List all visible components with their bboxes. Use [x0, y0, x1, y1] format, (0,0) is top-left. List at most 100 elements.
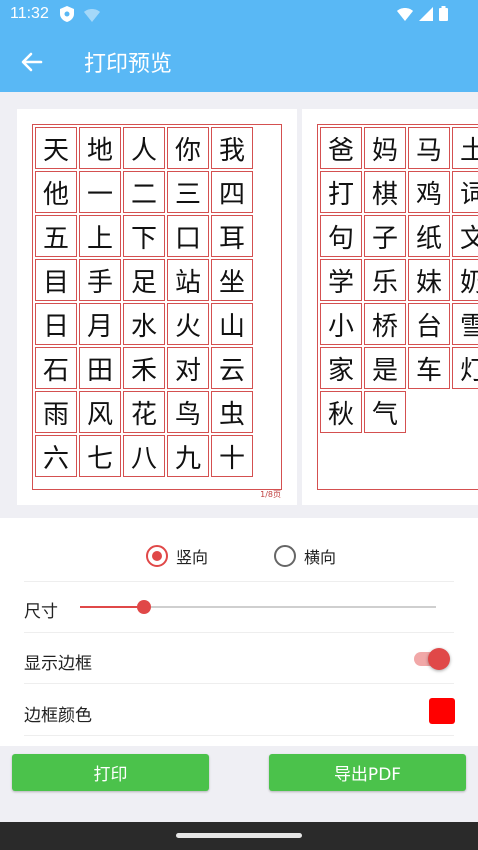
size-slider[interactable] [80, 600, 436, 614]
char-cell: 下 [123, 215, 165, 257]
radio-label: 横向 [304, 548, 337, 567]
status-left-icons [60, 6, 100, 26]
char-cell: 手 [79, 259, 121, 301]
char-cell: 三 [167, 171, 209, 213]
char-cell: 学 [320, 259, 362, 301]
wifi-off-icon [84, 7, 100, 26]
char-cell: 二 [123, 171, 165, 213]
char-cell: 灯 [452, 347, 478, 389]
char-cell: 雨 [35, 391, 77, 433]
char-cell: 日 [35, 303, 77, 345]
print-preview-area[interactable]: 天地人你我他一二三四五上下口耳目手足站坐日月水火山石田禾对云雨风花鸟虫六七八九十… [0, 92, 478, 518]
char-cell: 云 [211, 347, 253, 389]
shield-icon [60, 6, 74, 26]
settings-panel: 竖向 横向 尺寸 显示边框 边框颜色 [0, 518, 478, 746]
show-border-toggle[interactable] [412, 648, 452, 670]
arrow-left-icon [18, 52, 46, 80]
battery-icon [439, 6, 448, 25]
size-label: 尺寸 [24, 602, 58, 622]
home-gesture-handle[interactable] [176, 833, 302, 838]
char-cell: 山 [211, 303, 253, 345]
divider [24, 683, 454, 684]
signal-icon [419, 6, 433, 25]
char-cell: 水 [123, 303, 165, 345]
char-cell: 四 [211, 171, 253, 213]
char-cell: 上 [79, 215, 121, 257]
slider-fill [80, 606, 145, 608]
page-title: 打印预览 [84, 52, 173, 77]
page-frame: 天地人你我他一二三四五上下口耳目手足站坐日月水火山石田禾对云雨风花鸟虫六七八九十 [32, 124, 282, 490]
page-frame: 爸妈马土画打棋鸡词语句子纸文数学乐妹奶白小桥台雪草家是车灯走秋气 [317, 124, 478, 490]
char-cell: 他 [35, 171, 77, 213]
slider-thumb[interactable] [137, 600, 152, 614]
orientation-portrait-radio[interactable]: 竖向 [146, 544, 208, 568]
char-cell: 足 [123, 259, 165, 301]
char-cell: 文 [452, 215, 478, 257]
char-cell: 车 [408, 347, 450, 389]
char-cell: 五 [35, 215, 77, 257]
char-cell: 雪 [452, 303, 478, 345]
char-cell: 棋 [364, 171, 406, 213]
preview-page-2[interactable]: 爸妈马土画打棋鸡词语句子纸文数学乐妹奶白小桥台雪草家是车灯走秋气 [302, 109, 478, 505]
border-color-label: 边框颜色 [24, 706, 92, 726]
radio-label: 竖向 [176, 548, 209, 567]
char-cell: 八 [123, 435, 165, 477]
status-time: 11:32 [10, 5, 49, 22]
char-cell: 乐 [364, 259, 406, 301]
radio-checked-icon [146, 545, 168, 567]
char-cell: 虫 [211, 391, 253, 433]
char-cell: 句 [320, 215, 362, 257]
char-cell: 花 [123, 391, 165, 433]
char-cell: 打 [320, 171, 362, 213]
radio-unchecked-icon [274, 545, 296, 567]
status-right-icons [397, 6, 448, 25]
print-button[interactable]: 打印 [12, 754, 209, 791]
char-cell: 秋 [320, 391, 362, 433]
border-color-swatch[interactable] [429, 698, 455, 724]
char-cell: 奶 [452, 259, 478, 301]
char-cell: 鸡 [408, 171, 450, 213]
char-cell: 一 [79, 171, 121, 213]
char-cell: 马 [408, 127, 450, 169]
char-cell: 爸 [320, 127, 362, 169]
char-cell: 你 [167, 127, 209, 169]
page-number: 1/8页 [260, 490, 281, 499]
divider [24, 632, 454, 633]
char-cell: 禾 [123, 347, 165, 389]
char-cell: 词 [452, 171, 478, 213]
char-cell: 妹 [408, 259, 450, 301]
char-cell: 对 [167, 347, 209, 389]
char-cell: 地 [79, 127, 121, 169]
preview-page-1[interactable]: 天地人你我他一二三四五上下口耳目手足站坐日月水火山石田禾对云雨风花鸟虫六七八九十… [17, 109, 297, 505]
export-pdf-button[interactable]: 导出PDF [269, 754, 466, 791]
char-cell: 台 [408, 303, 450, 345]
divider [24, 581, 454, 582]
char-cell: 石 [35, 347, 77, 389]
char-cell: 耳 [211, 215, 253, 257]
char-cell: 人 [123, 127, 165, 169]
orientation-landscape-radio[interactable]: 横向 [274, 544, 336, 568]
char-cell: 家 [320, 347, 362, 389]
char-cell: 十 [211, 435, 253, 477]
char-cell: 月 [79, 303, 121, 345]
action-bar: 打印 导出PDF [0, 746, 478, 822]
wifi-icon [397, 6, 413, 25]
char-grid: 爸妈马土画打棋鸡词语句子纸文数学乐妹奶白小桥台雪草家是车灯走秋气 [320, 127, 478, 433]
char-cell: 子 [364, 215, 406, 257]
char-cell: 天 [35, 127, 77, 169]
char-cell: 小 [320, 303, 362, 345]
char-cell: 田 [79, 347, 121, 389]
char-cell: 土 [452, 127, 478, 169]
char-cell: 六 [35, 435, 77, 477]
char-cell: 站 [167, 259, 209, 301]
system-nav-bar [0, 822, 478, 850]
back-button[interactable] [18, 48, 46, 76]
char-cell: 是 [364, 347, 406, 389]
char-cell: 气 [364, 391, 406, 433]
char-cell: 桥 [364, 303, 406, 345]
toggle-knob [428, 648, 450, 670]
char-grid: 天地人你我他一二三四五上下口耳目手足站坐日月水火山石田禾对云雨风花鸟虫六七八九十 [35, 127, 253, 477]
char-cell: 九 [167, 435, 209, 477]
char-cell: 口 [167, 215, 209, 257]
show-border-label: 显示边框 [24, 654, 92, 674]
